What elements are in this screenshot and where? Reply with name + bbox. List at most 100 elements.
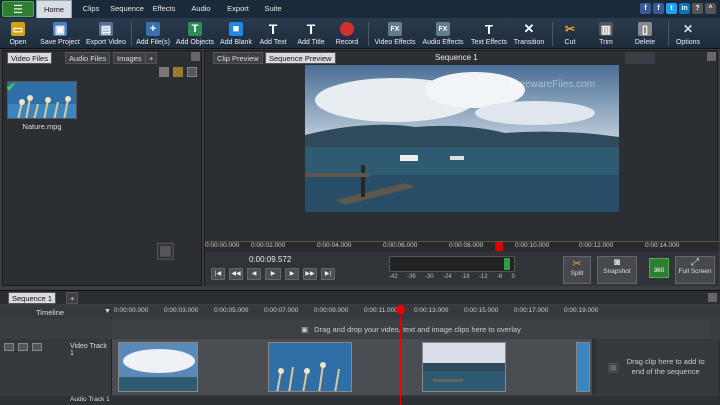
tab-sequence-1[interactable]: Sequence 1 (8, 292, 57, 304)
playback-controls: 0:00:09.572 |◀ ◀◀ ◀ ▶ ▶ ▶▶ ▶| -42 -36 -30-… (205, 252, 719, 286)
tab-sequence[interactable]: Sequence (108, 0, 146, 18)
eye-icon[interactable] (18, 343, 28, 351)
preview-playhead[interactable] (495, 242, 503, 251)
video-preview[interactable]: FreewareFiles.com (305, 65, 619, 212)
snapshot-button[interactable]: ◙ Snapshot (597, 256, 637, 284)
video-clip[interactable] (118, 342, 198, 392)
audio-effects-button[interactable]: FX Audio Effects (420, 18, 466, 49)
tab-images[interactable]: Images (113, 52, 146, 64)
ruler-tick: 0:00:00.000 (205, 242, 240, 249)
facebook-icon[interactable]: f (640, 3, 651, 14)
tab-video-files[interactable]: Video Files (7, 52, 52, 64)
transition-button[interactable]: ✕ Transition (512, 18, 546, 49)
add-bin-tab[interactable]: + (145, 52, 158, 64)
tab-home[interactable]: Home (36, 0, 72, 18)
tab-clips[interactable]: Clips (76, 0, 106, 18)
facebook-share-icon[interactable]: f (653, 3, 664, 14)
export-video-button[interactable]: ▤ Export Video (84, 18, 128, 49)
add-blank-button[interactable]: ■ Add Blank (218, 18, 254, 49)
save-icon: ▣ (53, 22, 67, 36)
video-track-label: Video Track 1 (70, 343, 107, 357)
tab-suite[interactable]: Suite (258, 0, 288, 18)
menu-bar: ☰ Home Clips Sequence Effects Audio Expo… (0, 0, 720, 18)
video-effects-button[interactable]: FX Video Effects (372, 18, 418, 49)
maximize-icon[interactable] (191, 52, 200, 61)
ruler-tick: 0:00:03.000 (164, 307, 199, 314)
playhead-handle[interactable] (396, 305, 405, 314)
play-icon[interactable]: ▶ (265, 268, 281, 280)
video-clip[interactable] (576, 342, 590, 392)
video-clip[interactable] (268, 342, 352, 392)
folder-icon: ▭ (11, 22, 25, 36)
timeline-label: Timeline (36, 308, 65, 317)
ruler-tick: 0:00:17.000 (514, 307, 549, 314)
file-name[interactable]: Nature.mpg (7, 122, 77, 131)
options-button[interactable]: ✕ Options (672, 18, 704, 49)
add-title-button[interactable]: T Add Title (294, 18, 328, 49)
overlay-track[interactable]: ▣ Drag and drop your video, text and imag… (112, 320, 710, 338)
record-button[interactable]: Record (332, 18, 362, 49)
timeline-playhead[interactable] (400, 305, 401, 405)
timeline-ruler[interactable]: Timeline ▼ 0:00:00.000 0:00:03.000 0:00:… (0, 305, 720, 319)
text-icon: T (268, 21, 278, 37)
linkedin-icon[interactable]: in (679, 3, 690, 14)
delete-button[interactable]: ▯ Delete (630, 18, 660, 49)
ruler-tick: 0:00:00.000 (114, 307, 149, 314)
maximize-icon[interactable] (708, 293, 717, 302)
minimize-ribbon-icon[interactable]: ^ (705, 3, 716, 14)
help-icon[interactable]: ? (692, 3, 703, 14)
separator (131, 22, 132, 46)
step-forward-icon[interactable]: ▶ (285, 268, 299, 280)
tab-clip-preview[interactable]: Clip Preview (213, 52, 263, 64)
open-button[interactable]: ▭ Open (4, 18, 32, 49)
add-objects-icon: T (188, 22, 202, 36)
audio-track[interactable]: Audio Track 1 (0, 396, 720, 405)
full-screen-button[interactable]: ⤢ Full Screen (675, 256, 715, 284)
tab-sequence-preview[interactable]: Sequence Preview (265, 52, 336, 64)
app-menu-button[interactable]: ☰ (2, 1, 34, 17)
preview-close-area (625, 52, 655, 64)
clip-thumbnail (423, 343, 505, 391)
prev-frame-icon[interactable]: ◀◀ (229, 268, 243, 280)
twitter-icon[interactable]: t (666, 3, 677, 14)
add-files-button[interactable]: + Add File(s) (134, 18, 172, 49)
add-objects-button[interactable]: T Add Objects (174, 18, 216, 49)
camera-icon: ▣ (155, 237, 176, 262)
audio-track-label: Audio Track 1 (70, 396, 110, 403)
add-text-button[interactable]: T Add Text (256, 18, 290, 49)
image-icon: ▣ (301, 324, 309, 334)
video-clip[interactable] (422, 342, 506, 392)
go-start-icon[interactable]: |◀ (211, 268, 225, 280)
tab-audio-files[interactable]: Audio Files (65, 52, 111, 64)
list-view-icon[interactable] (187, 67, 197, 77)
trim-button[interactable]: ▥ Trim (592, 18, 620, 49)
next-frame-icon[interactable]: ▶▶ (303, 268, 317, 280)
clip-thumbnail (119, 343, 197, 391)
mute-icon[interactable] (4, 343, 14, 351)
camera-icon: ◙ (613, 257, 621, 268)
trash-icon[interactable] (159, 67, 169, 77)
lock-icon[interactable] (32, 343, 42, 351)
trim-icon: ▥ (599, 22, 613, 36)
tab-export[interactable]: Export (222, 0, 254, 18)
audio-fx-icon: FX (436, 22, 450, 36)
go-end-icon[interactable]: ▶| (321, 268, 335, 280)
chevron-down-icon[interactable]: ▼ (104, 308, 111, 315)
drop-hint: Drag clip here to add to end of the sequ… (626, 357, 705, 376)
ruler-tick: 0:00:09.000 (314, 307, 349, 314)
split-button[interactable]: ✂ Split (563, 256, 591, 284)
tab-effects[interactable]: Effects (148, 0, 180, 18)
maximize-icon[interactable] (707, 52, 716, 61)
360-button[interactable]: 360 (649, 258, 669, 278)
overlay-hint: Drag and drop your video, text and image… (314, 324, 521, 334)
step-back-icon[interactable]: ◀ (247, 268, 261, 280)
folder-add-icon[interactable] (173, 67, 183, 77)
preview-ruler[interactable]: 0:00:00.000 0:00:02.000 0:00:04.000 0:00… (205, 241, 719, 251)
text-effects-button[interactable]: T Text Effects (468, 18, 510, 49)
cut-button[interactable]: ✂ Cut (556, 18, 584, 49)
save-project-button[interactable]: ▣ Save Project (38, 18, 82, 49)
drop-zone[interactable]: ▣ Drag clip here to add to end of the se… (596, 339, 718, 395)
ruler-tick: 0:00:04.000 (317, 242, 352, 249)
add-sequence-tab[interactable]: + (66, 292, 79, 304)
tab-audio[interactable]: Audio (186, 0, 216, 18)
